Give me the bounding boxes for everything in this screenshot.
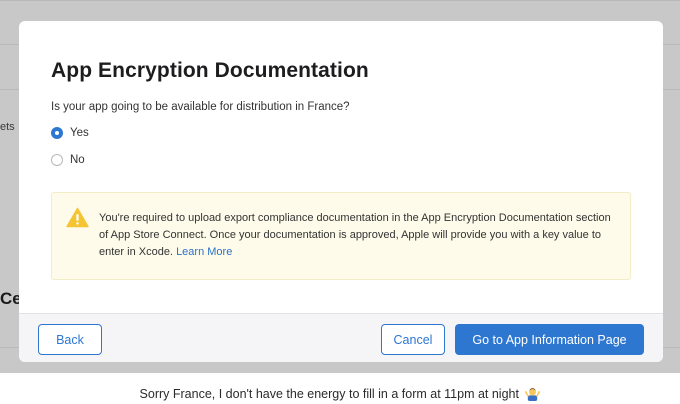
caption-text: Sorry France, I don't have the energy to… <box>139 387 519 401</box>
compliance-notice: You're required to upload export complia… <box>51 192 631 280</box>
learn-more-link[interactable]: Learn More <box>176 246 232 258</box>
caption: Sorry France, I don't have the energy to… <box>0 386 680 401</box>
background-text-fragment: ets <box>0 121 15 133</box>
warning-icon <box>66 207 89 228</box>
notice-text: You're required to upload export complia… <box>99 210 619 261</box>
encryption-documentation-modal: App Encryption Documentation Is your app… <box>19 21 663 362</box>
cancel-button[interactable]: Cancel <box>381 324 445 355</box>
distribution-question: Is your app going to be available for di… <box>51 101 350 113</box>
modal-footer: Back Cancel Go to App Information Page <box>19 313 663 362</box>
modal-title: App Encryption Documentation <box>51 59 369 82</box>
radio-label-yes: Yes <box>70 127 89 139</box>
radio-selected-icon[interactable] <box>51 127 63 139</box>
radio-option-no[interactable]: No <box>51 154 85 166</box>
person-shrugging-emoji-icon <box>525 388 541 401</box>
go-to-app-information-button[interactable]: Go to App Information Page <box>455 324 644 355</box>
radio-unselected-icon[interactable] <box>51 154 63 166</box>
background-divider <box>0 0 680 1</box>
radio-label-no: No <box>70 154 85 166</box>
back-button[interactable]: Back <box>38 324 102 355</box>
radio-option-yes[interactable]: Yes <box>51 127 89 139</box>
